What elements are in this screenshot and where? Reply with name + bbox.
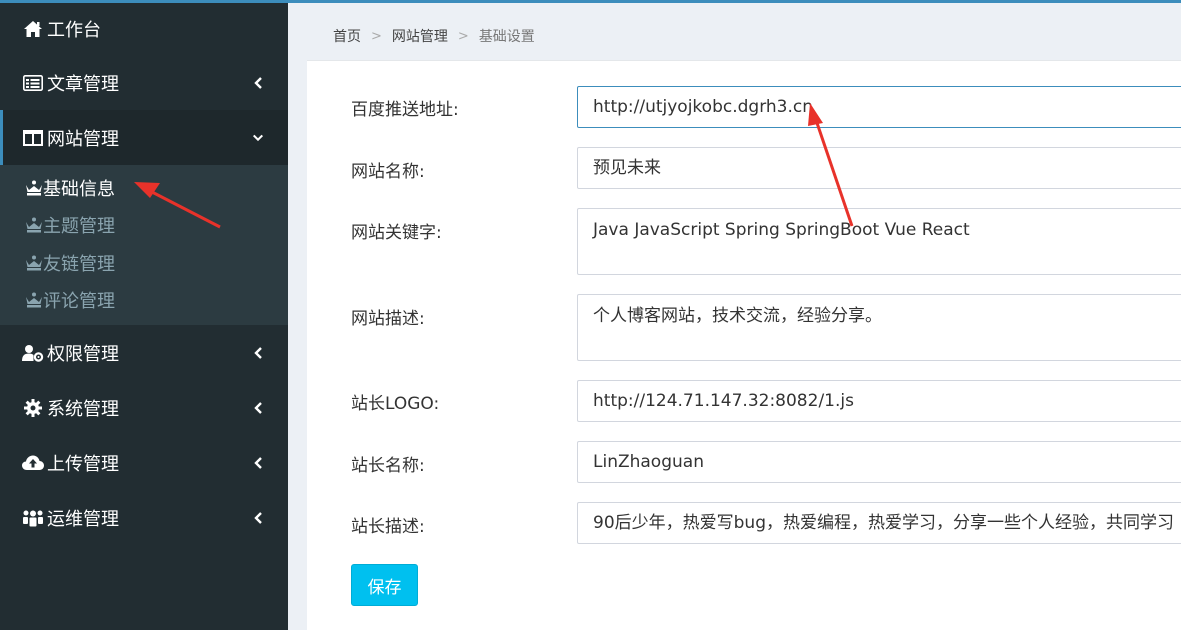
sidebar-item-label: 权限管理 bbox=[47, 343, 119, 365]
chevron-left-icon bbox=[252, 399, 264, 417]
chevron-left-icon bbox=[252, 509, 264, 527]
sidebar-item-upload[interactable]: 上传管理 bbox=[0, 435, 288, 490]
sidebar-subitem-themes[interactable]: 主题管理 bbox=[0, 207, 288, 245]
sidebar-subitem-comments[interactable]: 评论管理 bbox=[0, 282, 288, 320]
chevron-left-icon bbox=[252, 74, 264, 92]
site-description-textarea[interactable]: 个人博客网站，技术交流，经验分享。 bbox=[577, 294, 1181, 361]
sidebar-item-label: 网站管理 bbox=[47, 128, 119, 150]
sidebar-subitem-label: 主题管理 bbox=[43, 216, 115, 238]
baidu-push-url-label: 百度推送地址: bbox=[351, 100, 459, 120]
columns-icon bbox=[22, 128, 44, 148]
baidu-push-url-input[interactable]: http://utjyojkobc.dgrh3.cn bbox=[577, 86, 1181, 128]
site-keywords-label: 网站关键字: bbox=[351, 223, 442, 243]
cloud-upload-icon bbox=[22, 453, 44, 473]
user-gear-icon bbox=[22, 343, 44, 363]
sidebar-subitem-label: 友链管理 bbox=[43, 253, 115, 275]
save-button[interactable]: 保存 bbox=[351, 564, 418, 606]
breadcrumb-separator: > bbox=[457, 28, 469, 44]
chess-queen-icon bbox=[25, 292, 43, 308]
sidebar-item-label: 文章管理 bbox=[47, 73, 119, 95]
site-keywords-textarea[interactable]: Java JavaScript Spring SpringBoot Vue Re… bbox=[577, 208, 1181, 275]
site-description-label: 网站描述: bbox=[351, 309, 425, 329]
owner-logo-label: 站长LOGO: bbox=[351, 394, 440, 414]
gear-icon bbox=[22, 398, 44, 418]
owner-description-input[interactable]: 90后少年，热爱写bug，热爱编程，热爱学习，分享一些个人经验，共同学习 bbox=[577, 502, 1181, 544]
chevron-left-icon bbox=[252, 454, 264, 472]
breadcrumb-home-link[interactable]: 首页 bbox=[333, 26, 361, 46]
list-alt-icon bbox=[22, 73, 44, 93]
sidebar-item-workbench[interactable]: 工作台 bbox=[0, 3, 288, 55]
chess-queen-icon bbox=[25, 217, 43, 233]
breadcrumb: 首页 > 网站管理 > 基础设置 bbox=[333, 26, 535, 46]
sidebar: 工作台 文章管理 网站管理 基础信息 主题管理 友链管理 评论管理 权限管理 系… bbox=[0, 3, 288, 630]
chevron-left-icon bbox=[252, 344, 264, 362]
sidebar-submenu-site: 基础信息 主题管理 友链管理 评论管理 bbox=[0, 165, 288, 325]
sidebar-item-permissions[interactable]: 权限管理 bbox=[0, 325, 288, 380]
sidebar-item-label: 系统管理 bbox=[47, 398, 119, 420]
chevron-down-icon bbox=[252, 129, 264, 147]
sidebar-subitem-basic-info[interactable]: 基础信息 bbox=[0, 169, 288, 207]
settings-form-panel: 百度推送地址: http://utjyojkobc.dgrh3.cn 网站名称:… bbox=[307, 60, 1181, 630]
sidebar-subitem-label: 评论管理 bbox=[43, 291, 115, 313]
sidebar-subitem-label: 基础信息 bbox=[43, 178, 115, 200]
users-icon bbox=[22, 508, 44, 528]
site-name-label: 网站名称: bbox=[351, 162, 425, 182]
site-name-input[interactable]: 预见未来 bbox=[577, 147, 1181, 189]
sidebar-item-label: 工作台 bbox=[47, 20, 101, 41]
sidebar-item-articles[interactable]: 文章管理 bbox=[0, 55, 288, 110]
breadcrumb-site-link[interactable]: 网站管理 bbox=[392, 26, 448, 46]
sidebar-item-ops[interactable]: 运维管理 bbox=[0, 490, 288, 545]
owner-name-input[interactable]: LinZhaoguan bbox=[577, 441, 1181, 483]
breadcrumb-separator: > bbox=[371, 28, 382, 44]
chess-queen-icon bbox=[25, 255, 43, 271]
sidebar-item-label: 运维管理 bbox=[47, 508, 119, 530]
owner-logo-input[interactable]: http://124.71.147.32:8082/1.js bbox=[577, 380, 1181, 422]
home-icon bbox=[22, 19, 44, 39]
sidebar-item-site[interactable]: 网站管理 bbox=[0, 110, 288, 165]
owner-name-label: 站长名称: bbox=[351, 456, 425, 476]
breadcrumb-current: 基础设置 bbox=[478, 29, 535, 45]
chess-queen-icon bbox=[25, 180, 43, 196]
sidebar-item-system[interactable]: 系统管理 bbox=[0, 380, 288, 435]
owner-description-label: 站长描述: bbox=[351, 517, 425, 537]
sidebar-subitem-links[interactable]: 友链管理 bbox=[0, 244, 288, 282]
sidebar-item-label: 上传管理 bbox=[47, 453, 119, 475]
